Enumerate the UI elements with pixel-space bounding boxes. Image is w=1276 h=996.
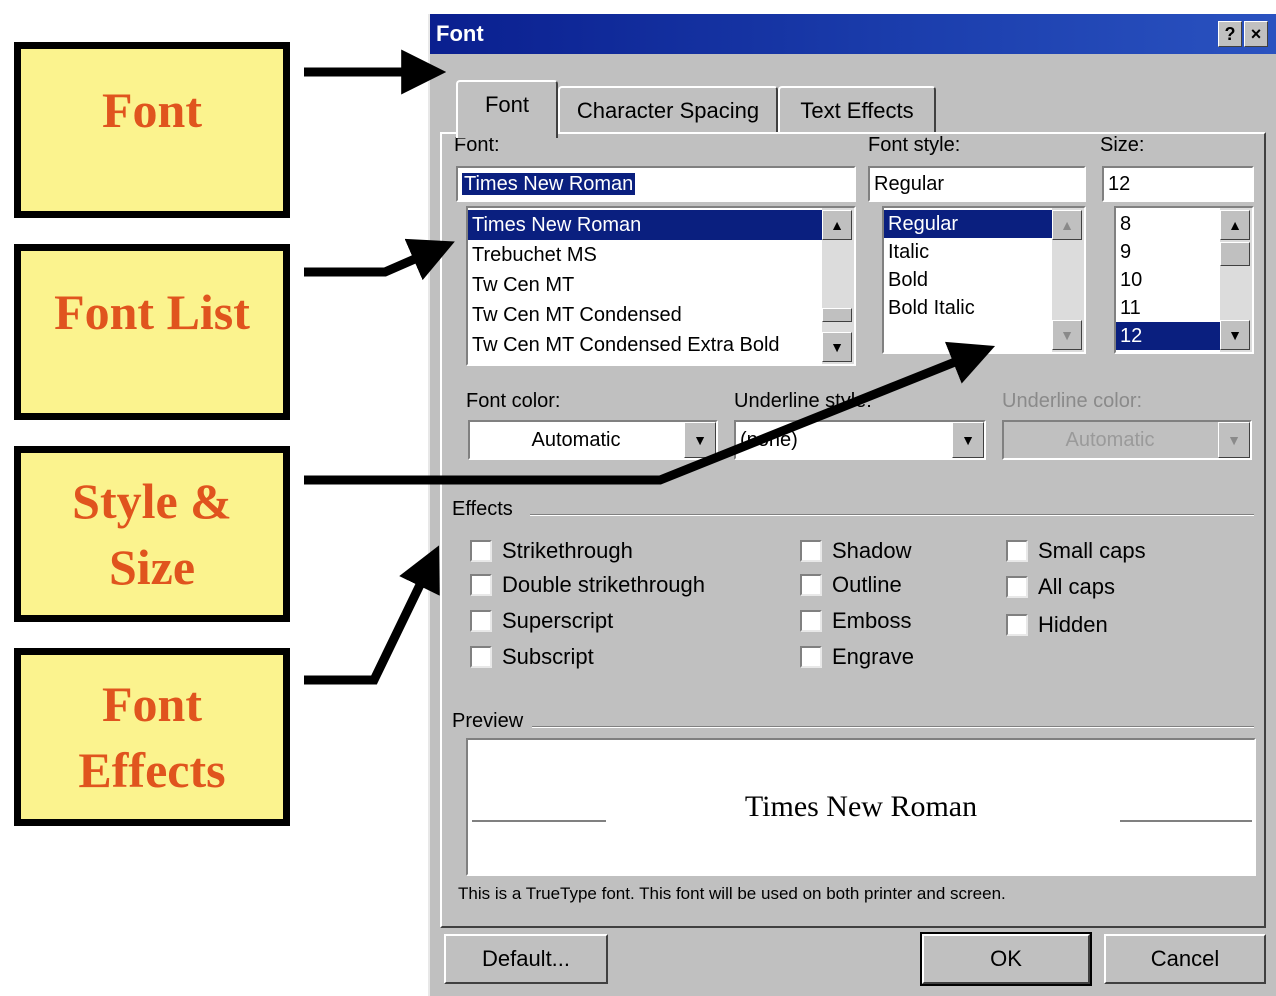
arrow-style-size [304, 341, 996, 485]
tab-font[interactable]: Font [456, 80, 558, 138]
callout-arrows [304, 49, 996, 685]
arrow-font-list [304, 238, 455, 281]
arrow-font-effects [304, 545, 440, 685]
